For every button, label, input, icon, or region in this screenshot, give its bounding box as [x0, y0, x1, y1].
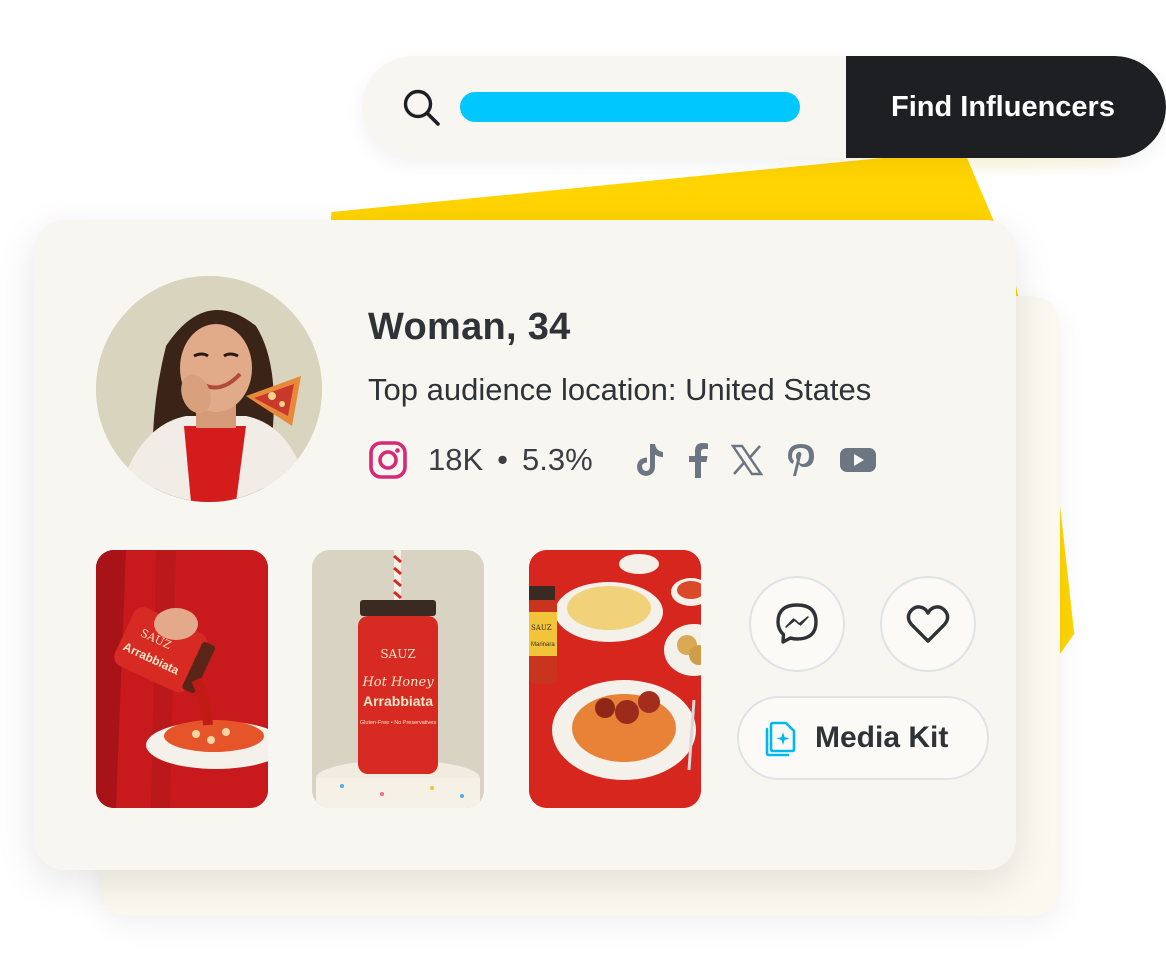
influencer-title: Woman, 34: [368, 306, 571, 348]
search-input[interactable]: [460, 92, 800, 122]
svg-text:Arrabbiata: Arrabbiata: [363, 693, 433, 709]
content-photo-1[interactable]: SAUZ Arrabbiata: [96, 550, 268, 808]
media-kit-button[interactable]: Media Kit: [737, 696, 989, 780]
messenger-icon: [776, 603, 818, 644]
svg-text:Gluten-Free • No Preservatives: Gluten-Free • No Preservatives: [360, 720, 436, 726]
facebook-icon[interactable]: [687, 442, 709, 478]
svg-text:SAUZ: SAUZ: [531, 624, 552, 632]
find-influencers-button[interactable]: Find Influencers: [846, 56, 1166, 158]
svg-text:SAUZ: SAUZ: [380, 647, 415, 661]
pinterest-icon[interactable]: [785, 442, 817, 478]
youtube-icon[interactable]: [839, 446, 877, 474]
social-icons: [633, 442, 877, 478]
svg-text:Hot Honey: Hot Honey: [361, 675, 434, 690]
content-photo-3[interactable]: SAUZ Marinara: [529, 550, 701, 808]
follower-count: 18K: [428, 442, 484, 477]
x-icon[interactable]: [730, 444, 763, 476]
instagram-icon[interactable]: [368, 440, 408, 480]
stats-row: 18K • 5.3%: [368, 438, 877, 482]
svg-text:Marinara: Marinara: [531, 642, 555, 648]
message-button[interactable]: [749, 576, 845, 672]
audience-location: Top audience location: United States: [368, 372, 872, 407]
media-kit-icon: [765, 721, 796, 757]
search-icon: [403, 89, 440, 126]
search-bar: Find Influencers: [362, 56, 1166, 158]
favorite-button[interactable]: [880, 576, 976, 672]
content-photo-2[interactable]: SAUZ Hot Honey Arrabbiata Gluten-Free • …: [312, 550, 484, 808]
engagement-rate: 5.3%: [522, 442, 593, 477]
stat-separator: •: [497, 442, 509, 477]
media-kit-label: Media Kit: [815, 721, 949, 754]
tiktok-icon[interactable]: [633, 442, 665, 478]
avatar: [96, 276, 322, 502]
heart-icon: [906, 605, 950, 643]
